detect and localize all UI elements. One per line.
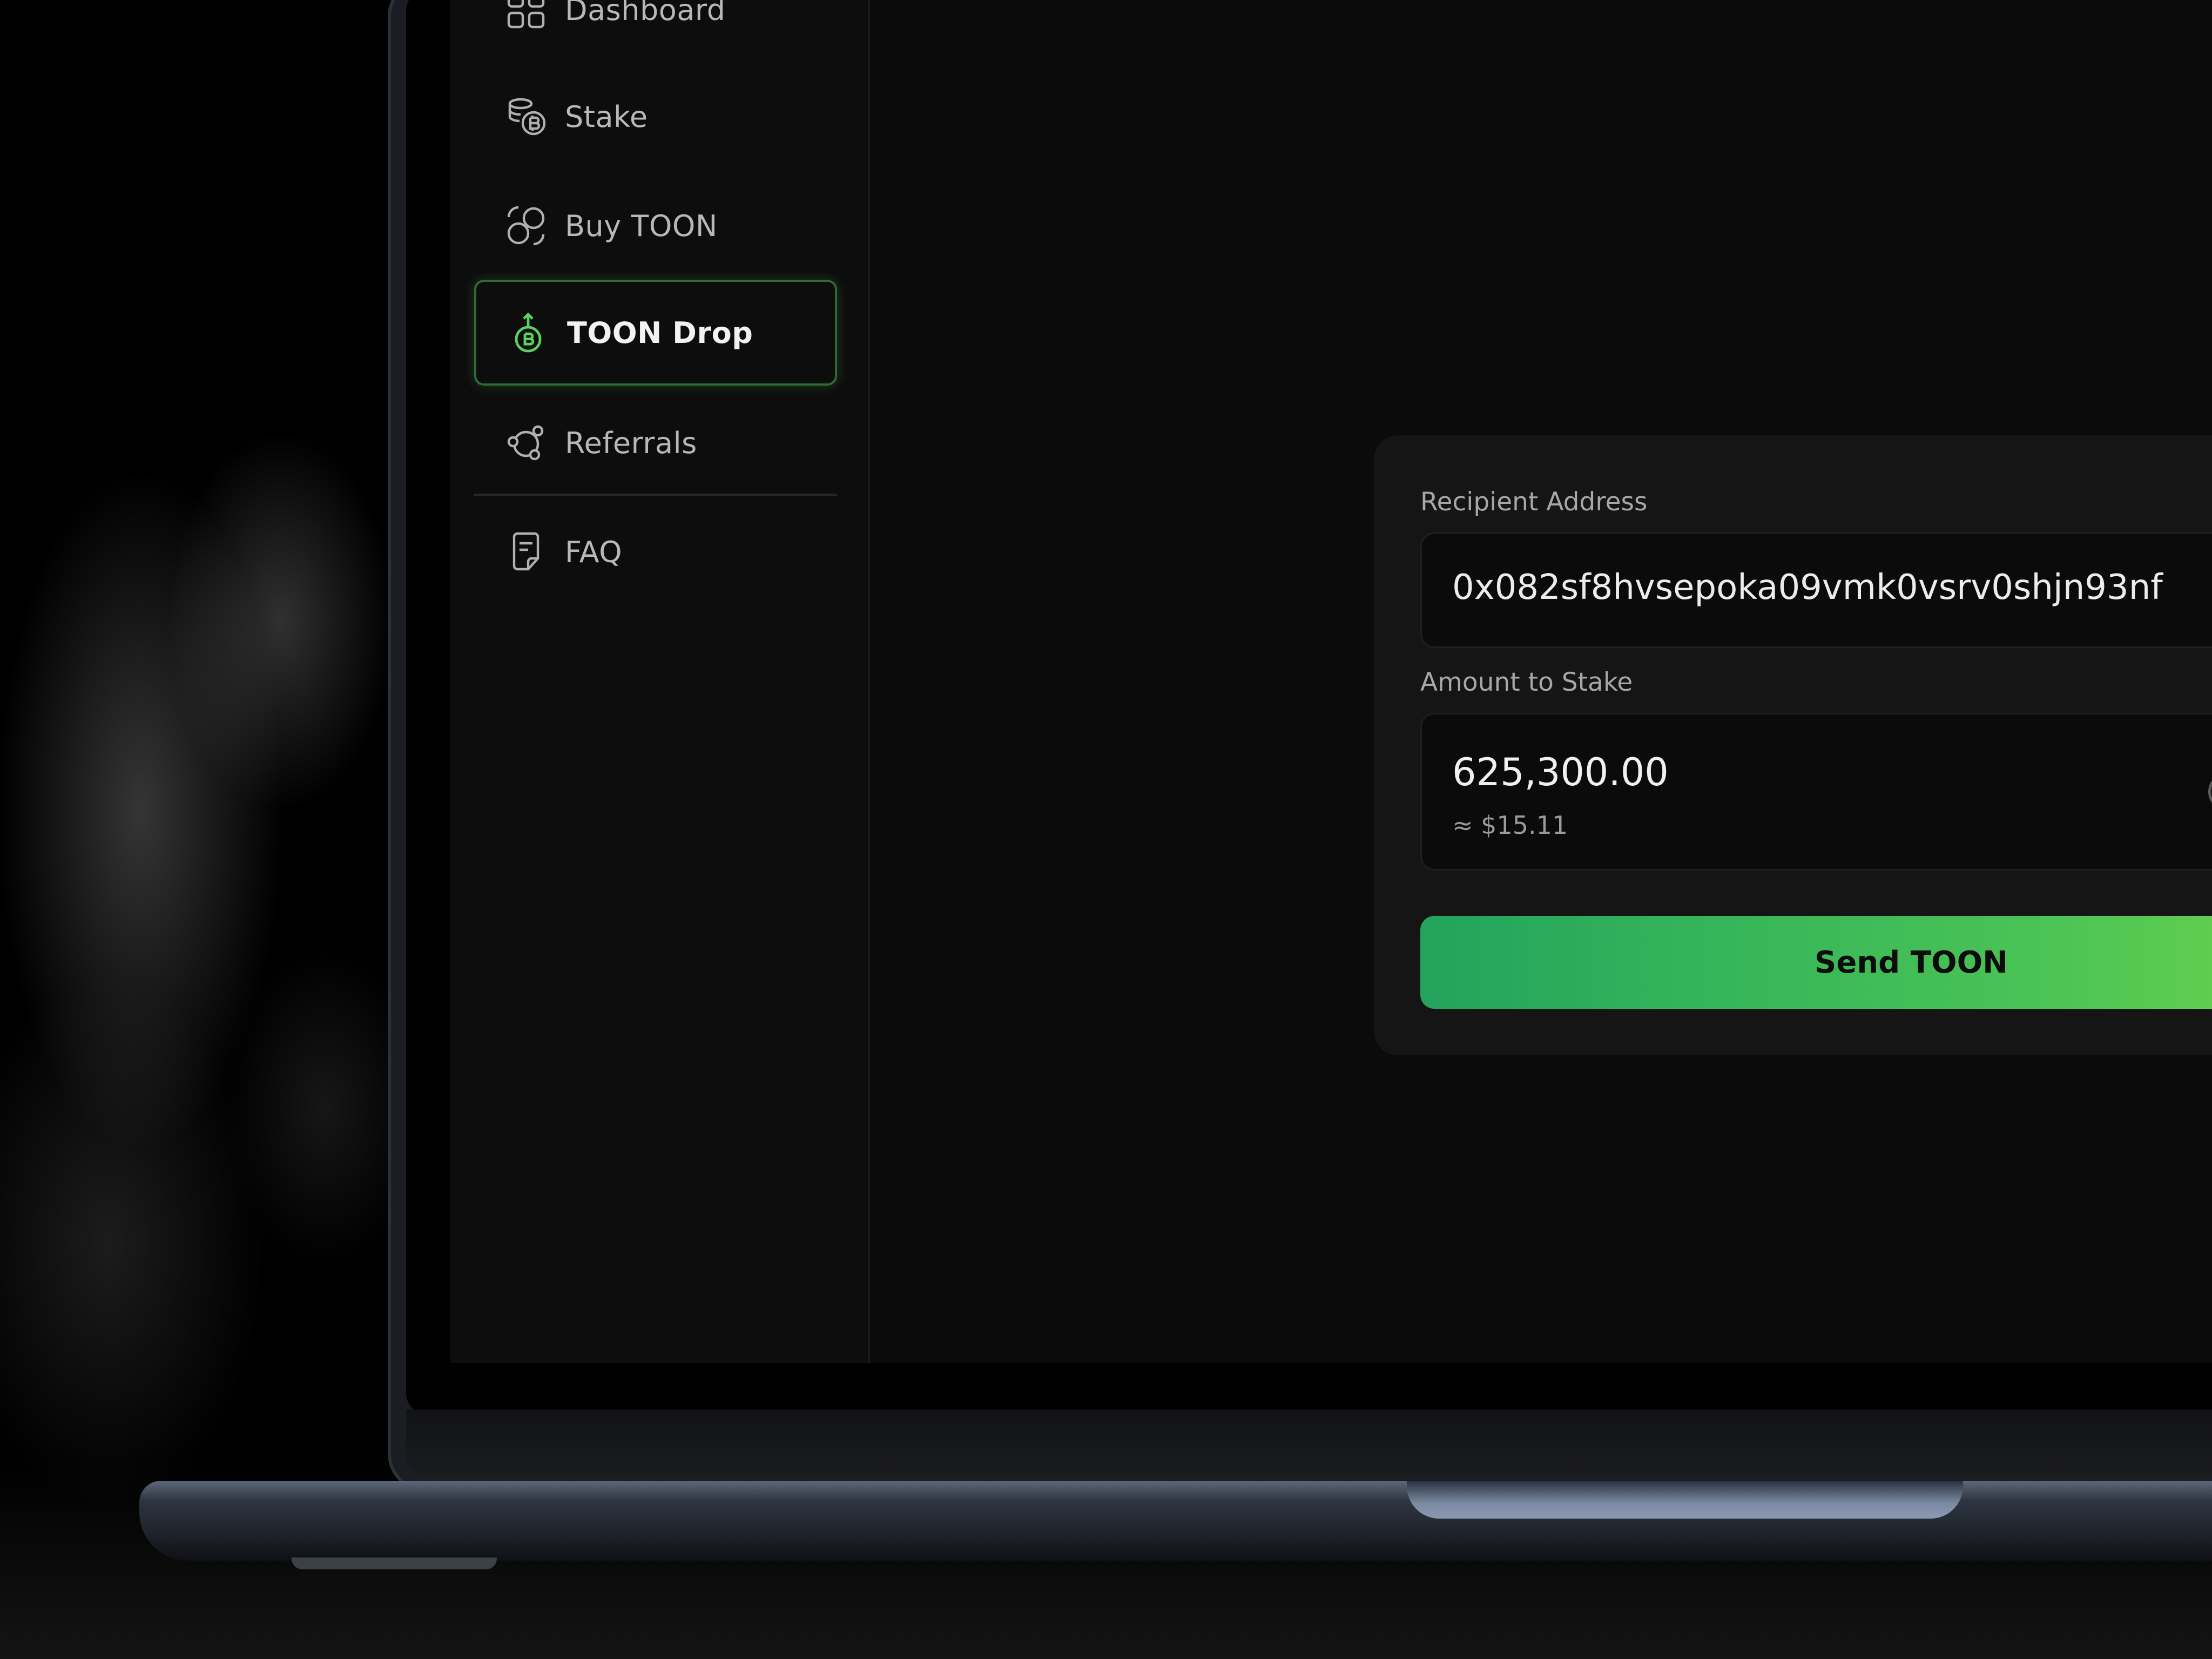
send-toon-button[interactable]: Send TOON [1420,916,2212,1009]
sidebar-divider [474,494,837,496]
app-screen: Dashboard Stake Buy TOON TOON Drop Refer… [450,0,2212,1363]
sidebar-item-label: Stake [565,99,648,134]
faq-document-icon [504,530,548,574]
sidebar-item-referrals[interactable]: Referrals [474,390,837,496]
sidebar: Dashboard Stake Buy TOON TOON Drop Refer… [450,0,870,1363]
dashboard-icon [504,0,548,31]
sidebar-item-dashboard[interactable]: Dashboard [474,0,837,63]
recipient-address-value: 0x082sf8hvsepoka09vmk0vsrv0shjn93nf [1452,568,2163,608]
recipient-address-field[interactable]: 0x082sf8hvsepoka09vmk0vsrv0shjn93nf [1420,532,2212,648]
amount-usd-value: ≈ $15.11 [1452,811,1568,840]
token-selector-icon[interactable] [2208,773,2212,811]
laptop-chin [406,1410,2212,1474]
background-smoke [0,0,410,1659]
amount-field[interactable]: 625,300.00 ≈ $15.11 [1420,713,2212,871]
sidebar-item-label: TOON Drop [567,315,753,350]
laptop-foot [292,1557,497,1569]
sidebar-item-label: FAQ [565,535,623,569]
sidebar-item-toon-drop[interactable]: TOON Drop [474,280,837,386]
sidebar-item-label: Referrals [565,426,697,460]
sidebar-item-label: Buy TOON [565,208,718,243]
sidebar-item-label: Dashboard [565,0,726,27]
drop-coin-icon [507,311,550,354]
amount-label: Amount to Stake [1420,667,1633,697]
sidebar-item-faq[interactable]: FAQ [474,499,837,605]
sidebar-item-stake[interactable]: Stake [474,64,837,170]
referrals-network-icon [504,421,548,464]
amount-value: 625,300.00 [1452,750,1669,794]
laptop-lid-notch [1407,1481,1963,1519]
sidebar-item-buy-toon[interactable]: Buy TOON [474,173,837,279]
stake-coins-icon [504,95,548,138]
send-form-card: Recipient Address 0x082sf8hvsepoka09vmk0… [1374,435,2212,1055]
recipient-address-label: Recipient Address [1420,487,1648,517]
buy-exchange-icon [504,204,548,247]
